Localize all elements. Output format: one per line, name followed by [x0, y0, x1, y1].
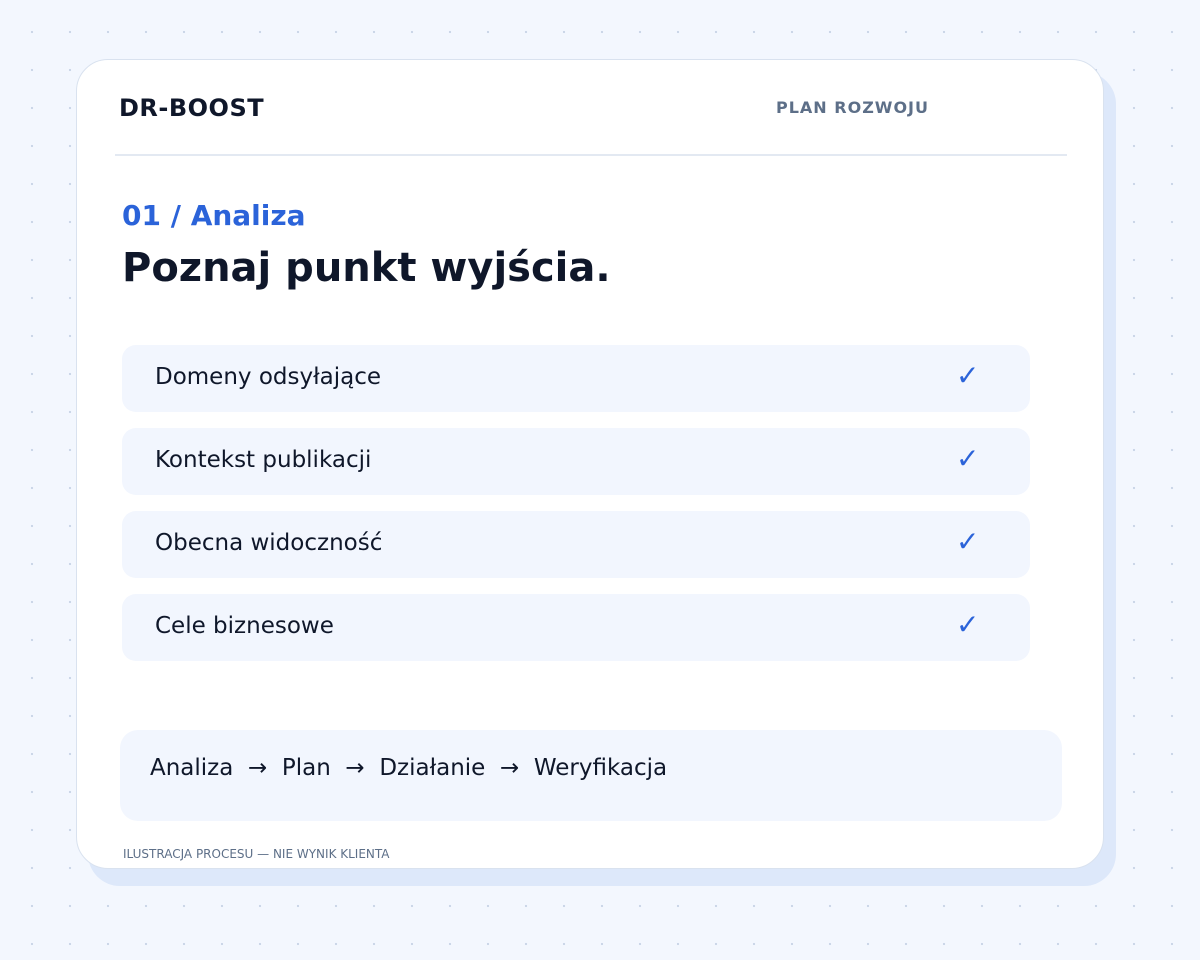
page-title: Poznaj punkt wyjścia. [122, 245, 611, 291]
step-label: 01 / Analiza [122, 199, 306, 232]
process-flow-box: Analiza → Plan → Działanie → Weryfikacja [120, 730, 1062, 821]
checkmark-icon: ✓ [956, 442, 980, 475]
checklist-item: Cele biznesowe ✓ [122, 594, 1030, 661]
process-flow-text: Analiza → Plan → Działanie → Weryfikacja [150, 755, 668, 781]
process-card: DR-BOOST PLAN ROZWOJU 01 / Analiza Pozna… [76, 59, 1104, 869]
checklist-item-label: Cele biznesowe [155, 613, 334, 639]
checklist-item: Domeny odsyłające ✓ [122, 345, 1030, 412]
footnote: ILUSTRACJA PROCESU — NIE WYNIK KLIENTA [123, 847, 390, 861]
checklist-item: Kontekst publikacji ✓ [122, 428, 1030, 495]
checklist-item: Obecna widoczność ✓ [122, 511, 1030, 578]
checkmark-icon: ✓ [956, 608, 980, 641]
checklist: Domeny odsyłające ✓ Kontekst publikacji … [122, 345, 1030, 677]
checklist-item-label: Kontekst publikacji [155, 447, 372, 473]
checklist-item-label: Domeny odsyłające [155, 364, 382, 390]
brand-logo: DR-BOOST [119, 94, 265, 122]
section-label: PLAN ROZWOJU [776, 98, 929, 117]
checkmark-icon: ✓ [956, 359, 980, 392]
header-divider [115, 154, 1067, 156]
checklist-item-label: Obecna widoczność [155, 530, 383, 556]
checkmark-icon: ✓ [956, 525, 980, 558]
